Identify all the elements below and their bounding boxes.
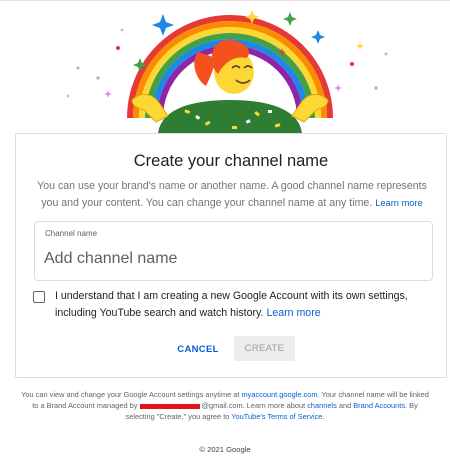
rainbow-celebration-icon (66, 10, 388, 134)
footer-and: and (338, 401, 352, 410)
footer-learn-more: Learn more about (246, 401, 306, 410)
dialog-description: You can use your brand's name or another… (34, 178, 430, 212)
dialog-title: Create your channel name (133, 152, 329, 170)
terms-of-service-link[interactable]: YouTube's Terms of Service (231, 412, 322, 421)
email-domain: @gmail.com (201, 401, 243, 410)
hero-illustration (0, 0, 450, 134)
myaccount-link[interactable]: myaccount.google.com (242, 390, 318, 399)
channels-link[interactable]: channels (307, 401, 337, 410)
footer-notice: You can view and change your Google Acco… (21, 390, 429, 421)
agreement-learn-more-link[interactable]: Learn more (266, 307, 320, 319)
brand-accounts-link[interactable]: Brand Accounts (353, 401, 405, 410)
create-channel-dialog: Create your channel name You can use you… (15, 133, 447, 378)
redacted-email (140, 403, 201, 409)
channel-name-label: Channel name (45, 229, 98, 238)
footer-line1: You can view and change your Google Acco… (21, 390, 240, 399)
create-button[interactable]: CREATE (234, 336, 295, 361)
description-text: You can use your brand's name or another… (37, 180, 427, 209)
learn-more-link[interactable]: Learn more (375, 198, 423, 208)
cancel-button[interactable]: CANCEL (173, 337, 223, 361)
copyright: © 2021 Google (199, 445, 251, 454)
agreement-checkbox[interactable] (33, 291, 45, 303)
agreement-text-block: I understand that I am creating a new Go… (55, 288, 435, 322)
channel-name-input[interactable] (44, 246, 424, 272)
agreement-text: I understand that I am creating a new Go… (55, 290, 408, 319)
channel-name-field[interactable]: Channel name (34, 221, 433, 281)
